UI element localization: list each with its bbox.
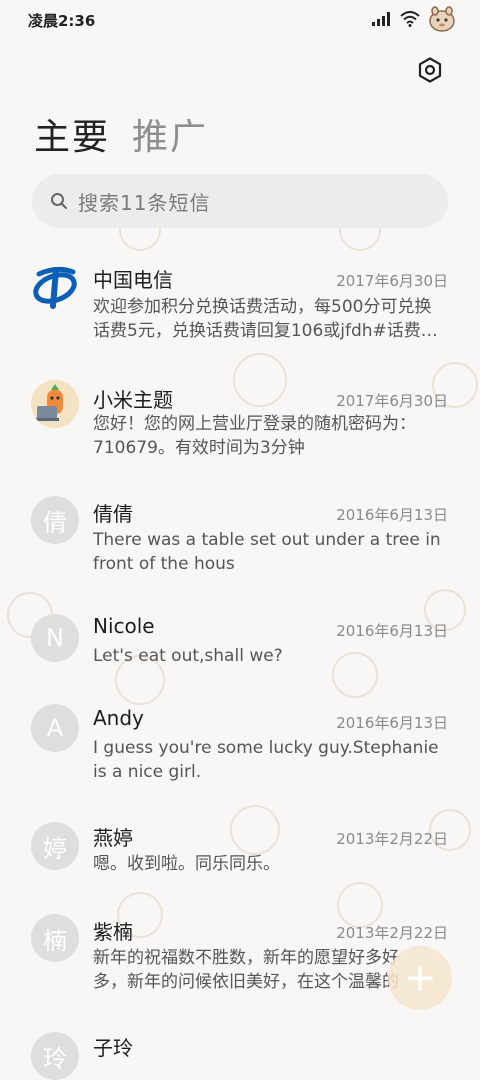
china-telecom-logo-icon bbox=[31, 262, 79, 310]
status-icons bbox=[372, 6, 456, 32]
contact-avatar: N bbox=[31, 614, 79, 662]
conversation-name: 小米主题 bbox=[93, 388, 173, 412]
tab-primary[interactable]: 主要 bbox=[34, 108, 110, 160]
conversation-snippet: 嗯。收到啦。同乐同乐。 bbox=[93, 854, 280, 874]
conversation-item[interactable]: 中国电信 2017年6月30日 欢迎参加积分兑换话费活动，每500分可兑换话费5… bbox=[0, 252, 480, 362]
conversation-item[interactable]: A Andy 2016年6月13日 I guess you're some lu… bbox=[0, 698, 480, 808]
conversation-name: 倩倩 bbox=[93, 502, 133, 526]
search-placeholder: 搜索11条短信 bbox=[78, 190, 211, 215]
conversation-date: 2017年6月30日 bbox=[336, 392, 448, 410]
conversation-item[interactable]: 倩 倩倩 2016年6月13日 There was a table set ou… bbox=[0, 488, 480, 598]
conversation-date: 2013年2月22日 bbox=[336, 924, 448, 942]
battery-theme-icon bbox=[429, 6, 455, 32]
conversation-item[interactable]: 婷 燕婷 2013年2月22日 嗯。收到啦。同乐同乐。 bbox=[0, 818, 480, 902]
status-bar: 凌晨2:36 bbox=[0, 0, 480, 40]
conversation-date: 2016年6月13日 bbox=[336, 622, 448, 640]
tab-promotions[interactable]: 推广 bbox=[132, 108, 208, 160]
settings-hexagon-icon bbox=[418, 57, 442, 83]
conversation-snippet: Let's eat out,shall we? bbox=[93, 646, 283, 666]
conversation-item[interactable]: 玲 子玲 bbox=[0, 1028, 480, 1080]
conversation-name: 子玲 bbox=[93, 1036, 133, 1060]
conversation-snippet: 欢迎参加积分兑换话费活动，每500分可兑换话费5元，兑换话费请回复106或jfd… bbox=[93, 297, 438, 341]
plus-icon: + bbox=[403, 955, 437, 1001]
conversation-name: 紫楠 bbox=[93, 920, 133, 944]
contact-avatar: 倩 bbox=[31, 496, 79, 544]
conversation-name: Andy bbox=[93, 706, 144, 730]
conversation-name: 中国电信 bbox=[93, 268, 173, 292]
conversation-date: 2013年2月22日 bbox=[336, 830, 448, 848]
wifi-icon bbox=[400, 11, 420, 27]
contact-avatar: A bbox=[31, 704, 79, 752]
category-tabs: 主要 推广 bbox=[34, 108, 208, 160]
conversation-name: 燕婷 bbox=[93, 826, 133, 850]
conversation-snippet: 新年的祝福数不胜数，新年的愿望好多好多，新年的问候依旧美好，在这个温馨的时刻 bbox=[93, 948, 399, 992]
search-icon bbox=[50, 192, 68, 210]
settings-button[interactable] bbox=[414, 54, 446, 86]
conversation-date: 2016年6月13日 bbox=[336, 714, 448, 732]
signal-icon bbox=[372, 12, 390, 26]
conversation-date: 2017年6月30日 bbox=[336, 272, 448, 290]
contact-avatar: 玲 bbox=[31, 1032, 79, 1080]
conversation-date: 2016年6月13日 bbox=[336, 506, 448, 524]
new-message-button[interactable]: + bbox=[388, 946, 452, 1010]
conversation-snippet: There was a table set out under a tree i… bbox=[93, 530, 441, 574]
conversation-item[interactable]: 小米主题 2017年6月30日 您好！您的网上营业厅登录的随机密码为：71067… bbox=[0, 372, 480, 482]
contact-avatar: 楠 bbox=[31, 914, 79, 962]
search-input[interactable]: 搜索11条短信 bbox=[32, 174, 448, 228]
conversation-item[interactable]: N Nicole 2016年6月13日 Let's eat out,shall … bbox=[0, 608, 480, 692]
conversation-name: Nicole bbox=[93, 614, 155, 638]
conversation-snippet: 您好！您的网上营业厅登录的随机密码为：710679。有效时间为3分钟 bbox=[93, 414, 416, 458]
contact-avatar: 婷 bbox=[31, 822, 79, 870]
xiaomi-theme-avatar bbox=[31, 380, 79, 428]
conversation-snippet: I guess you're some lucky guy.Stephanie … bbox=[93, 738, 439, 782]
status-time: 凌晨2:36 bbox=[28, 12, 96, 30]
